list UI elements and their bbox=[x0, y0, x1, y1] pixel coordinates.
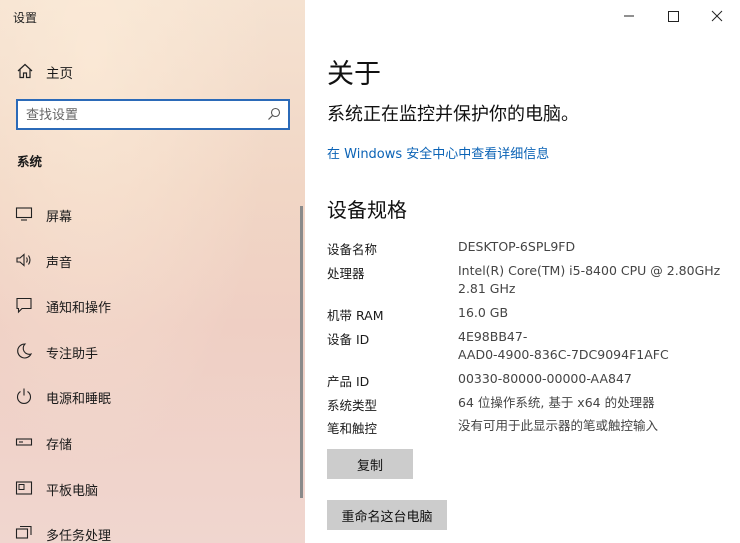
storage-icon bbox=[15, 438, 33, 446]
spec-value-product-id: 00330-80000-00000-AA847 bbox=[458, 371, 632, 386]
sidebar-item-label: 屏幕 bbox=[46, 210, 73, 225]
sidebar-item-home[interactable]: 主页 bbox=[0, 56, 305, 84]
close-button[interactable] bbox=[703, 4, 731, 28]
spec-value-ram: 16.0 GB bbox=[458, 305, 509, 320]
sidebar-item-label: 存储 bbox=[46, 437, 73, 453]
page-title: 关于 bbox=[327, 59, 381, 90]
spec-value-device-id: 4E98BB47- bbox=[458, 329, 528, 344]
minimize-icon bbox=[624, 15, 634, 17]
spec-value-pen-touch: 没有可用于此显示器的笔或触控输入 bbox=[458, 418, 659, 433]
sidebar-item-label: 平板电脑 bbox=[46, 483, 99, 499]
spec-label-device-id: 设备 ID bbox=[327, 332, 370, 347]
sidebar-item-focus-assist[interactable]: 专注助手 bbox=[0, 329, 305, 375]
multitask-icon bbox=[15, 526, 32, 539]
minimize-button[interactable] bbox=[615, 4, 643, 28]
sidebar-item-tablet[interactable]: 平板电脑 bbox=[0, 466, 305, 512]
sidebar-item-label: 专注助手 bbox=[46, 346, 99, 362]
sidebar-item-notifications[interactable]: 通知和操作 bbox=[0, 283, 305, 329]
power-icon bbox=[16, 388, 32, 405]
security-center-link[interactable]: 在 Windows 安全中心中查看详细信息 bbox=[327, 143, 549, 162]
app-title: 设置 bbox=[13, 11, 38, 25]
sidebar-item-label: 通知和操作 bbox=[46, 301, 112, 317]
copy-button[interactable]: 复制 bbox=[327, 449, 413, 479]
spec-label-ram: 机带 RAM bbox=[327, 308, 384, 323]
search-icon[interactable] bbox=[267, 107, 281, 121]
maximize-icon bbox=[668, 11, 679, 22]
search-input[interactable] bbox=[26, 106, 256, 124]
sidebar-item-multitasking[interactable]: 多任务处理 bbox=[0, 511, 305, 543]
spec-label-pen-touch: 笔和触控 bbox=[327, 421, 378, 436]
specs-heading: 设备规格 bbox=[327, 198, 407, 222]
notification-icon bbox=[16, 298, 32, 314]
sidebar: 设置 主页 系统 屏幕 声音 bbox=[0, 0, 305, 543]
sidebar-item-label: 电源和睡眠 bbox=[46, 392, 112, 408]
main-content: 关于 系统正在监控并保护你的电脑。 在 Windows 安全中心中查看详细信息 … bbox=[305, 0, 740, 543]
speaker-icon bbox=[16, 252, 31, 267]
spec-label-system-type: 系统类型 bbox=[327, 398, 378, 413]
moon-icon bbox=[17, 343, 33, 359]
spec-label-processor: 处理器 bbox=[327, 266, 365, 281]
sidebar-item-label: 主页 bbox=[46, 66, 73, 82]
section-label-system: 系统 bbox=[17, 154, 43, 169]
spec-value-system-type: 64 位操作系统, 基于 x64 的处理器 bbox=[458, 395, 655, 410]
spec-value-device-name: DESKTOP-6SPL9FD bbox=[458, 239, 576, 254]
home-icon bbox=[17, 63, 33, 79]
sidebar-item-display[interactable]: 屏幕 bbox=[0, 192, 305, 238]
monitor-icon bbox=[15, 207, 33, 221]
spec-value-processor-speed: 2.81 GHz bbox=[458, 281, 516, 296]
spec-label-device-name: 设备名称 bbox=[327, 242, 378, 257]
sidebar-item-label: 声音 bbox=[46, 255, 73, 271]
tablet-icon bbox=[15, 481, 33, 495]
maximize-button[interactable] bbox=[659, 4, 687, 28]
sidebar-item-sound[interactable]: 声音 bbox=[0, 238, 305, 284]
sidebar-scrollbar[interactable] bbox=[300, 206, 303, 498]
spec-value-device-id-cont: AAD0-4900-836C-7DC9094F1AFC bbox=[458, 347, 669, 362]
sidebar-nav: 屏幕 声音 通知和操作 专注助手 电源和睡眠 存储 平板电脑 多任务处理 bbox=[0, 192, 305, 543]
sidebar-item-label: 多任务处理 bbox=[46, 529, 112, 543]
rename-pc-button[interactable]: 重命名这台电脑 bbox=[327, 500, 447, 530]
search-box[interactable] bbox=[16, 99, 290, 130]
spec-label-product-id: 产品 ID bbox=[327, 374, 370, 389]
sidebar-item-storage[interactable]: 存储 bbox=[0, 420, 305, 466]
sidebar-item-power-sleep[interactable]: 电源和睡眠 bbox=[0, 374, 305, 420]
close-icon bbox=[711, 10, 723, 22]
protection-status: 系统正在监控并保护你的电脑。 bbox=[327, 104, 579, 125]
spec-value-processor: Intel(R) Core(TM) i5-8400 CPU @ 2.80GHz bbox=[458, 263, 721, 278]
